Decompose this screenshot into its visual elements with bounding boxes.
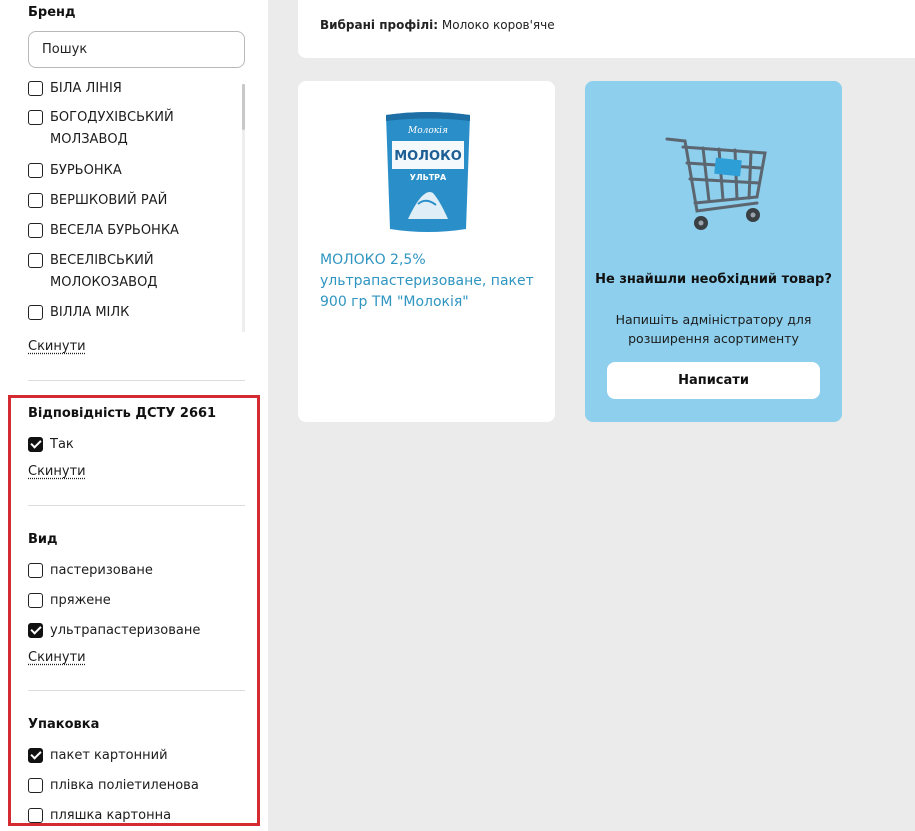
divider [28,505,245,506]
packaging-checkbox[interactable] [28,778,43,793]
brand-option-label: ВЕСЕЛІВСЬКИЙ МОЛОКОЗАВОД [50,253,158,290]
brand-option[interactable]: ВЕРШКОВИЙ РАЙ [28,190,220,212]
brand-checkbox[interactable] [28,305,43,320]
pack-brand-text: Молокія [407,126,448,136]
brand-option[interactable]: БУРЬОНКА [28,160,220,182]
selected-profiles: Вибрані профілі: Молоко коров'яче [320,18,555,32]
selected-profiles-bar: Вибрані профілі: Молоко коров'яче [298,0,915,58]
brand-option-label: БУРЬОНКА [50,163,122,178]
packaging-option-label: пакет картонний [50,748,168,763]
divider [28,690,245,691]
product-card[interactable]: Молокія МОЛОКО УЛЬТРА МОЛОКО 2,5% ультра… [298,81,555,422]
brand-option-label: БОГОДУХІВСЬКИЙ МОЛЗАВОД [50,110,174,147]
kind-checkbox[interactable] [28,593,43,608]
brand-checkbox[interactable] [28,81,43,96]
kind-filter-title: Вид [28,532,58,547]
kind-option[interactable]: пряжене [28,590,220,612]
brand-option-label: ВЕРШКОВИЙ РАЙ [50,193,168,208]
kind-checkbox[interactable] [28,623,43,638]
pack-type-text: УЛЬТРА [410,173,447,182]
brand-checkbox[interactable] [28,193,43,208]
dstu-option[interactable]: Так [28,434,220,456]
dstu-option-label: Так [50,437,74,452]
filter-sidebar: Бренд БІЛА ЛІНІЯ БОГОДУХІВСЬКИЙ МОЛЗАВОД… [0,0,268,831]
kind-option[interactable]: ультрапастеризоване [28,620,220,642]
packaging-option-label: плівка поліетиленова [50,778,199,793]
brand-checkbox[interactable] [28,110,43,125]
brand-option-label: ВІЛЛА МІЛК [50,305,130,320]
kind-reset-link[interactable]: Скинути [28,650,86,665]
packaging-filter-title: Упаковка [28,717,100,732]
packaging-checkbox[interactable] [28,748,43,763]
brand-checkbox[interactable] [28,163,43,178]
request-product-card: Не знайшли необхідний товар? Напишіть ад… [585,81,842,422]
packaging-checkbox[interactable] [28,808,43,823]
brand-search-input[interactable] [28,31,245,68]
brand-list-scroll-thumb[interactable] [242,84,245,130]
brand-list: БІЛА ЛІНІЯ БОГОДУХІВСЬКИЙ МОЛЗАВОД БУРЬО… [0,74,268,332]
dstu-checkbox[interactable] [28,437,43,452]
selected-profiles-value: Молоко коров'яче [438,18,555,32]
brand-option[interactable]: БОГОДУХІВСЬКИЙ МОЛЗАВОД [28,107,220,151]
kind-option-label: ультрапастеризоване [50,623,201,638]
kind-option-label: пастеризоване [50,563,153,578]
packaging-option-label: пляшка картонна [50,808,172,823]
shopping-cart-icon [665,137,767,230]
brand-option[interactable]: ВЕСЕЛІВСЬКИЙ МОЛОКОЗАВОД [28,250,220,294]
product-title-link[interactable]: МОЛОКО 2,5% ультрапастеризоване, пакет 9… [320,250,540,313]
product-image[interactable]: Молокія МОЛОКО УЛЬТРА [378,109,478,234]
brand-checkbox[interactable] [28,223,43,238]
brand-reset-link[interactable]: Скинути [28,339,86,354]
dstu-filter-title: Відповідність ДСТУ 2661 [28,406,217,421]
write-button[interactable]: Написати [607,362,820,399]
brand-option-label: ВЕСЕЛА БУРЬОНКА [50,223,179,238]
packaging-option[interactable]: плівка поліетиленова [28,775,220,797]
brand-filter-title: Бренд [28,5,76,20]
selected-profiles-label: Вибрані профілі: [320,18,439,32]
dstu-reset-link[interactable]: Скинути [28,464,86,479]
brand-checkbox[interactable] [28,253,43,268]
brand-option[interactable]: ВІЛЛА МІЛК [28,302,220,324]
packaging-option[interactable]: пакет картонний [28,745,220,767]
packaging-option[interactable]: пляшка картонна [28,805,220,827]
divider [28,380,245,381]
brand-option[interactable]: ВЕСЕЛА БУРЬОНКА [28,220,220,242]
pack-name-text: МОЛОКО [394,149,462,164]
promo-text: Напишіть адміністратору для розширення а… [615,312,812,346]
kind-option[interactable]: пастеризоване [28,560,220,582]
promo-title: Не знайшли необхідний товар? [595,272,832,287]
kind-option-label: пряжене [50,593,111,608]
brand-option-label: БІЛА ЛІНІЯ [50,81,122,96]
brand-option[interactable]: БІЛА ЛІНІЯ [28,78,220,100]
kind-checkbox[interactable] [28,563,43,578]
